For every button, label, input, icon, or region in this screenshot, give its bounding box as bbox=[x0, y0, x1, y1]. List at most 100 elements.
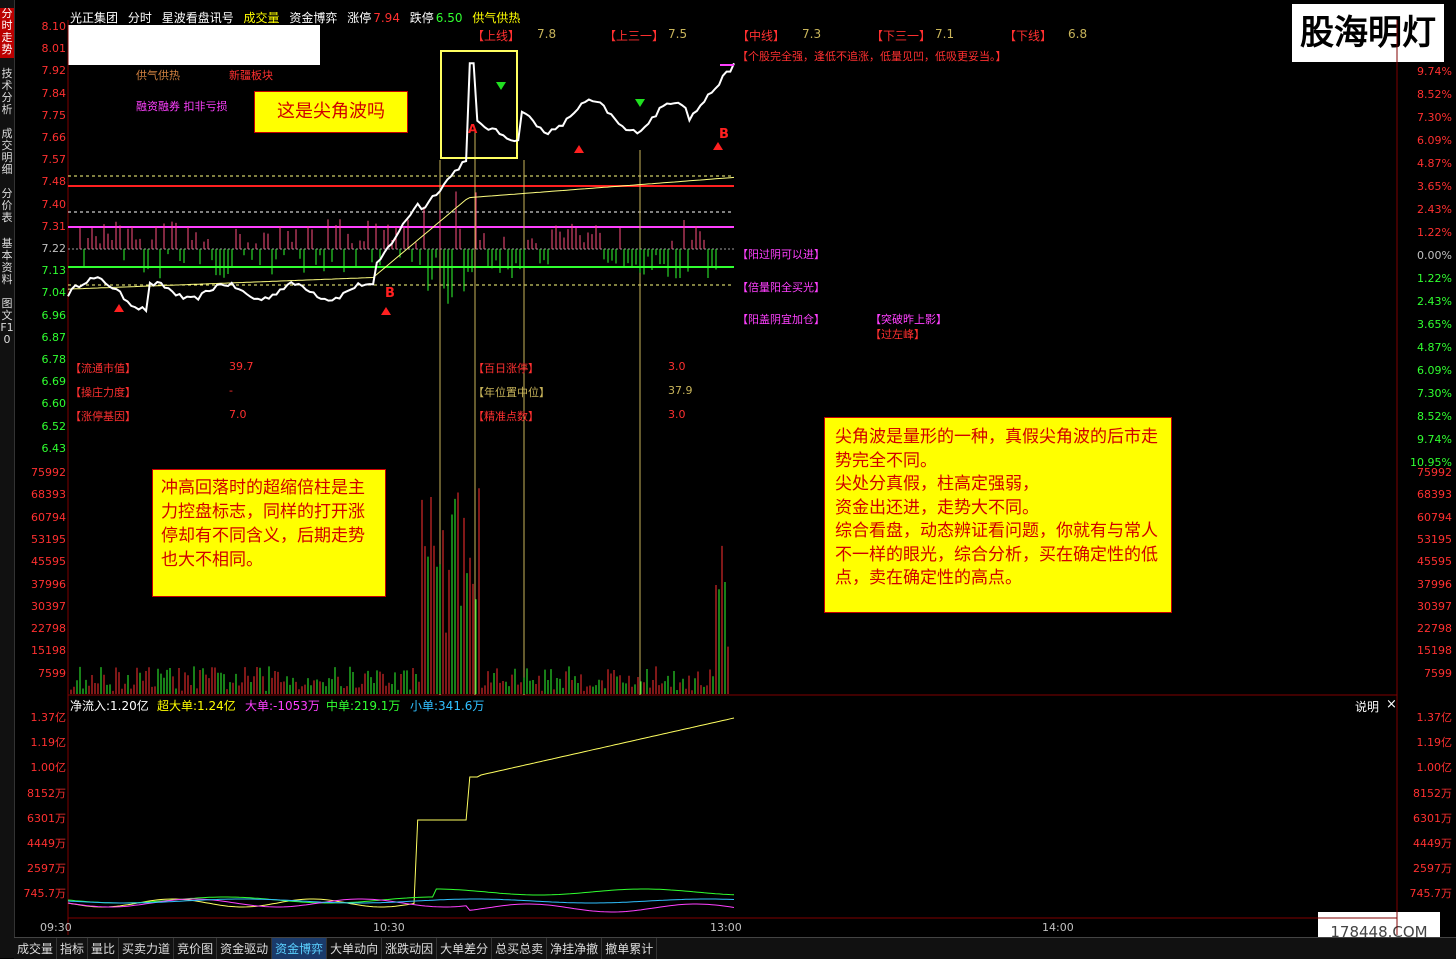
volume-tick-right: 15198 bbox=[1417, 644, 1452, 658]
level-upper-label: 【上线】 bbox=[472, 29, 521, 43]
bottom-tab[interactable]: 撤单累计 bbox=[602, 938, 658, 959]
bottom-tab[interactable]: 大单动向 bbox=[327, 938, 383, 959]
percent-tick: 8.52% bbox=[1417, 410, 1452, 423]
b-marker-2: B bbox=[719, 127, 729, 142]
flow-tick: 6301万 bbox=[27, 811, 66, 825]
signal-tag-1: 【阳过阴可以进】 bbox=[737, 248, 825, 261]
stat-value-6: 3.0 bbox=[668, 408, 686, 421]
volume-tick-right: 53195 bbox=[1417, 532, 1452, 546]
volume-tick-right: 75992 bbox=[1417, 466, 1452, 479]
bottom-tab[interactable]: 竞价图 bbox=[174, 938, 218, 959]
level-mid-value: 7.3 bbox=[802, 27, 822, 41]
stat-value-3: 7.0 bbox=[229, 408, 247, 421]
bottom-tab[interactable]: 买卖力道 bbox=[119, 938, 175, 959]
price-tick: 7.31 bbox=[41, 219, 67, 233]
flow-large: 大单:-1053万 bbox=[245, 699, 320, 713]
percent-tick: 1.22% bbox=[1417, 226, 1452, 239]
bottom-tab[interactable]: 成交量 bbox=[14, 938, 58, 959]
stat-label-4: 【百日涨停】 bbox=[473, 362, 539, 375]
volume-tick-right: 37996 bbox=[1417, 577, 1452, 591]
percent-tick: 2.43% bbox=[1417, 295, 1452, 308]
flow-tick-right: 1.19亿 bbox=[1416, 736, 1453, 750]
percent-tick: 2.43% bbox=[1417, 203, 1452, 216]
stat-label-6: 【精准点数】 bbox=[473, 410, 539, 423]
flow-tick: 1.37亿 bbox=[30, 711, 67, 724]
price-tick: 6.96 bbox=[41, 308, 67, 322]
price-tick: 8.10 bbox=[41, 20, 67, 33]
percent-tick: 9.74% bbox=[1417, 433, 1452, 446]
signal-tag-4: 【突破昨上影】 bbox=[870, 313, 947, 326]
flow-net: 净流入:1.20亿 bbox=[70, 699, 149, 713]
left-annotation: 冲高回落时的超缩倍柱是主力控盘标志，同样的打开涨停却有不同含义，后期走势也大不相… bbox=[152, 469, 386, 597]
stat-label-3: 【涨停基因】 bbox=[70, 410, 136, 423]
flow-tick-right: 2597万 bbox=[1413, 862, 1452, 876]
volume-tick: 75992 bbox=[31, 466, 66, 479]
volume-tick: 37996 bbox=[31, 577, 66, 591]
bottom-tab[interactable]: 涨跌动因 bbox=[382, 938, 438, 959]
time-label-1300: 13:00 bbox=[710, 921, 742, 934]
volume-tick: 22798 bbox=[31, 622, 66, 636]
price-tick: 7.57 bbox=[41, 153, 67, 167]
stat-label-1: 【流通市值】 bbox=[70, 362, 136, 375]
level-lower-label: 【下线】 bbox=[1004, 29, 1053, 43]
volume-tick: 7599 bbox=[38, 666, 66, 680]
volume-tick: 45595 bbox=[31, 555, 66, 569]
buy-marker-1 bbox=[114, 304, 124, 312]
flow-explain-button[interactable]: 说明 bbox=[1355, 698, 1379, 715]
bottom-tab[interactable]: 大单差分 bbox=[437, 938, 493, 959]
volume-tick-right: 30397 bbox=[1417, 599, 1452, 613]
title-note: 这是尖角波吗 bbox=[254, 91, 408, 133]
price-tick: 7.48 bbox=[41, 175, 67, 189]
percent-tick: 1.22% bbox=[1417, 272, 1452, 285]
bottom-tab[interactable]: 量比 bbox=[88, 938, 120, 959]
bottom-tab[interactable]: 指标 bbox=[57, 938, 89, 959]
percent-tick: 0.00% bbox=[1417, 249, 1452, 262]
stat-value-4: 3.0 bbox=[668, 360, 686, 373]
flow-small: 小单:341.6万 bbox=[410, 699, 485, 713]
buy-marker-2 bbox=[381, 307, 391, 315]
flow-tick: 4449万 bbox=[27, 837, 66, 850]
signal-tag-2: 【倍量阳全买光】 bbox=[737, 281, 825, 294]
price-tick: 8.01 bbox=[41, 42, 67, 56]
level-upper-value: 7.8 bbox=[537, 27, 557, 41]
volume-tick-right: 68393 bbox=[1417, 488, 1452, 502]
volume-tick: 30397 bbox=[31, 599, 66, 613]
price-tick: 6.78 bbox=[41, 353, 67, 366]
percent-tick: 3.65% bbox=[1417, 180, 1452, 193]
volume-tick-right: 60794 bbox=[1417, 510, 1452, 524]
flow-tick: 1.00亿 bbox=[30, 761, 67, 775]
signal-tag-5: 【过左峰】 bbox=[870, 328, 925, 341]
time-label-1400: 14:00 bbox=[1042, 921, 1074, 934]
flow-tick-right: 6301万 bbox=[1413, 811, 1452, 825]
volume-tick-right: 45595 bbox=[1417, 555, 1452, 569]
level-upper31-label: 【上三一】 bbox=[604, 29, 665, 43]
price-tick: 6.87 bbox=[41, 330, 67, 344]
bottom-tab[interactable]: 净挂净撤 bbox=[547, 938, 603, 959]
signal-tag-3: 【阳盖阴宜加仓】 bbox=[737, 313, 825, 326]
bottom-tab[interactable]: 总买总卖 bbox=[492, 938, 548, 959]
stat-label-2: 【操庄力度】 bbox=[70, 386, 136, 399]
percent-tick: 6.09% bbox=[1417, 364, 1452, 377]
right-annotation: 尖角波是量形的一种，真假尖角波的后市走势完全不同。 尖处分真假，柱高定强弱， 资… bbox=[824, 417, 1172, 613]
price-tick: 6.69 bbox=[41, 375, 67, 389]
percent-tick: 8.52% bbox=[1417, 88, 1452, 101]
volume-tick: 68393 bbox=[31, 488, 66, 502]
price-tick: 7.40 bbox=[41, 197, 67, 211]
percent-tick: 7.30% bbox=[1417, 111, 1452, 124]
b-marker-1: B bbox=[385, 286, 395, 301]
buy-marker-3 bbox=[574, 145, 584, 153]
volume-tick-right: 22798 bbox=[1417, 622, 1452, 636]
flow-medium: 中单:219.1万 bbox=[326, 699, 401, 713]
bottom-tab[interactable]: 资金驱动 bbox=[217, 938, 273, 959]
bottom-tab[interactable]: 资金博弈 bbox=[272, 938, 328, 959]
flow-super: 超大单:1.24亿 bbox=[157, 699, 236, 713]
time-label-1030: 10:30 bbox=[373, 921, 405, 934]
level-mid-label: 【中线】 bbox=[737, 29, 786, 43]
volume-tick: 60794 bbox=[31, 510, 66, 524]
time-label-0930: 09:30 bbox=[40, 921, 72, 934]
volume-tick: 15198 bbox=[31, 644, 66, 658]
peak-highlight-box bbox=[440, 50, 518, 159]
flow-close-button[interactable]: × bbox=[1386, 697, 1397, 712]
level-lower31-label: 【下三一】 bbox=[871, 29, 932, 43]
sell-marker-2 bbox=[635, 99, 645, 107]
